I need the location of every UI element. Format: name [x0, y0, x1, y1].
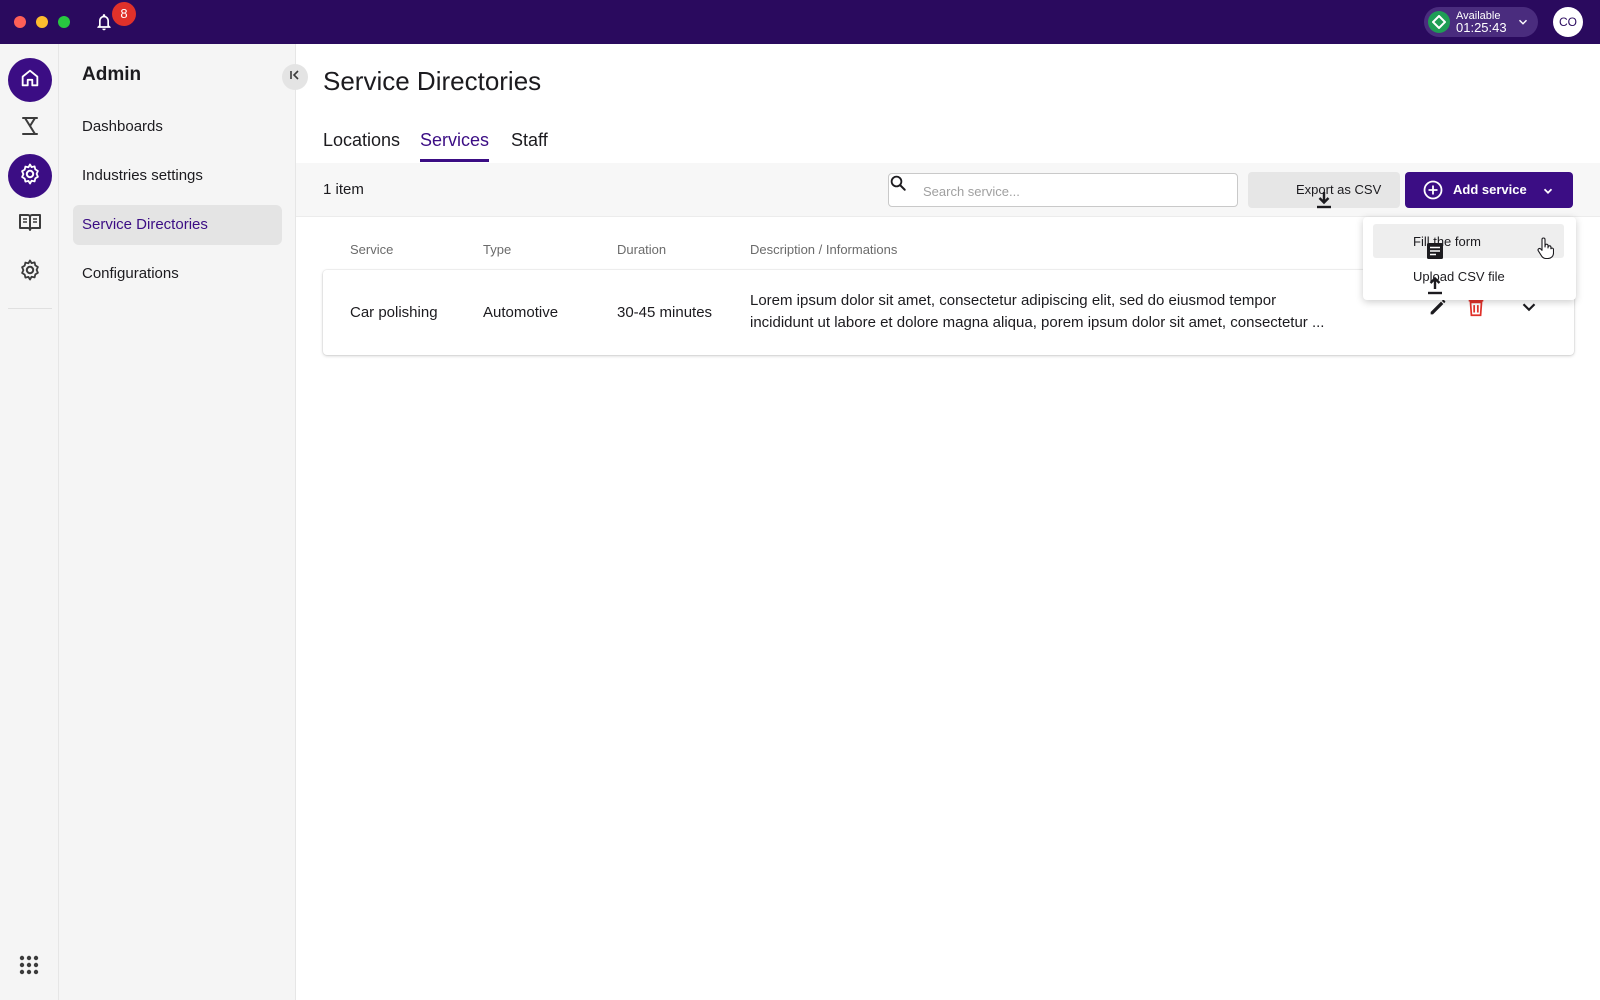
admin-sidebar: Admin Dashboards Industries settings Ser… — [59, 44, 308, 1000]
add-circle-icon — [1423, 180, 1443, 203]
top-bar: 8 Available 01:25:43 CO — [0, 0, 1600, 44]
search-input[interactable] — [923, 180, 1223, 202]
collapse-left-icon — [289, 68, 301, 86]
sidebar-item-service-directories[interactable]: Service Directories — [73, 205, 282, 245]
sidebar-item-industries-settings[interactable]: Industries settings — [73, 156, 282, 196]
rail-divider — [8, 308, 52, 309]
tab-staff[interactable]: Staff — [511, 130, 548, 162]
export-csv-label: Export as CSV — [1296, 182, 1382, 197]
availability-status-dropdown[interactable]: Available 01:25:43 — [1424, 7, 1538, 37]
icon-rail — [0, 44, 59, 1000]
add-service-button[interactable]: Add service — [1405, 172, 1573, 208]
window-close-button[interactable] — [14, 16, 26, 28]
menu-item-label: Fill the form — [1413, 234, 1481, 249]
rail-knowledge-button[interactable] — [8, 202, 52, 246]
rail-routing-button[interactable] — [8, 106, 52, 150]
item-count: 1 item — [323, 181, 364, 198]
status-timer: 01:25:43 — [1456, 20, 1507, 35]
chevron-down-icon — [1541, 184, 1555, 201]
sidebar-title: Admin — [82, 64, 142, 85]
menu-item-upload-csv[interactable]: Upload CSV file — [1373, 259, 1564, 295]
avatar[interactable]: CO — [1553, 7, 1583, 37]
gear-icon — [18, 258, 42, 287]
cell-description: Lorem ipsum dolor sit amet, consectetur … — [750, 290, 1360, 334]
menu-item-label: Upload CSV file — [1413, 269, 1505, 284]
sidebar-item-dashboards[interactable]: Dashboards — [73, 107, 282, 147]
edit-icon[interactable] — [1427, 296, 1449, 323]
cell-type: Automotive — [483, 304, 559, 321]
tab-services[interactable]: Services — [420, 130, 490, 162]
column-header-service: Service — [350, 242, 394, 257]
column-header-description: Description / Informations — [750, 242, 898, 257]
apps-grid-icon[interactable] — [18, 954, 40, 981]
gear-icon — [18, 162, 42, 191]
hand-cursor-icon — [1536, 237, 1555, 264]
window-maximize-button[interactable] — [58, 16, 70, 28]
window-minimize-button[interactable] — [36, 16, 48, 28]
bell-icon[interactable] — [94, 12, 114, 32]
cell-duration: 30-45 minutes — [617, 304, 713, 321]
export-csv-button[interactable]: Export as CSV — [1248, 172, 1400, 209]
column-header-type: Type — [483, 242, 512, 257]
list-toolbar: 1 item Export as CSV Add service — [296, 163, 1600, 217]
rail-home-button[interactable] — [8, 58, 52, 102]
description-line-1: Lorem ipsum dolor sit amet, consectetur … — [750, 292, 1277, 309]
cell-service: Car polishing — [350, 304, 438, 321]
description-line-2: incididunt ut labore et dolore magna ali… — [750, 314, 1325, 331]
rail-configuration-button[interactable] — [8, 250, 52, 294]
book-icon — [18, 210, 42, 239]
tab-locations[interactable]: Locations — [323, 130, 400, 162]
trash-icon[interactable] — [1465, 296, 1487, 323]
add-service-label: Add service — [1453, 182, 1527, 197]
routing-icon — [18, 114, 42, 143]
home-icon — [19, 67, 41, 94]
status-available-icon — [1428, 11, 1450, 33]
page-title: Service Directories — [323, 66, 542, 96]
column-header-duration: Duration — [617, 242, 667, 257]
sidebar-item-configurations[interactable]: Configurations — [73, 254, 282, 294]
notification-badge: 8 — [112, 2, 136, 26]
search-box — [888, 173, 1238, 207]
chevron-down-icon[interactable] — [1518, 296, 1540, 323]
chevron-down-icon — [1516, 15, 1530, 34]
rail-settings-button[interactable] — [8, 154, 52, 198]
collapse-sidebar-button[interactable] — [282, 64, 308, 90]
